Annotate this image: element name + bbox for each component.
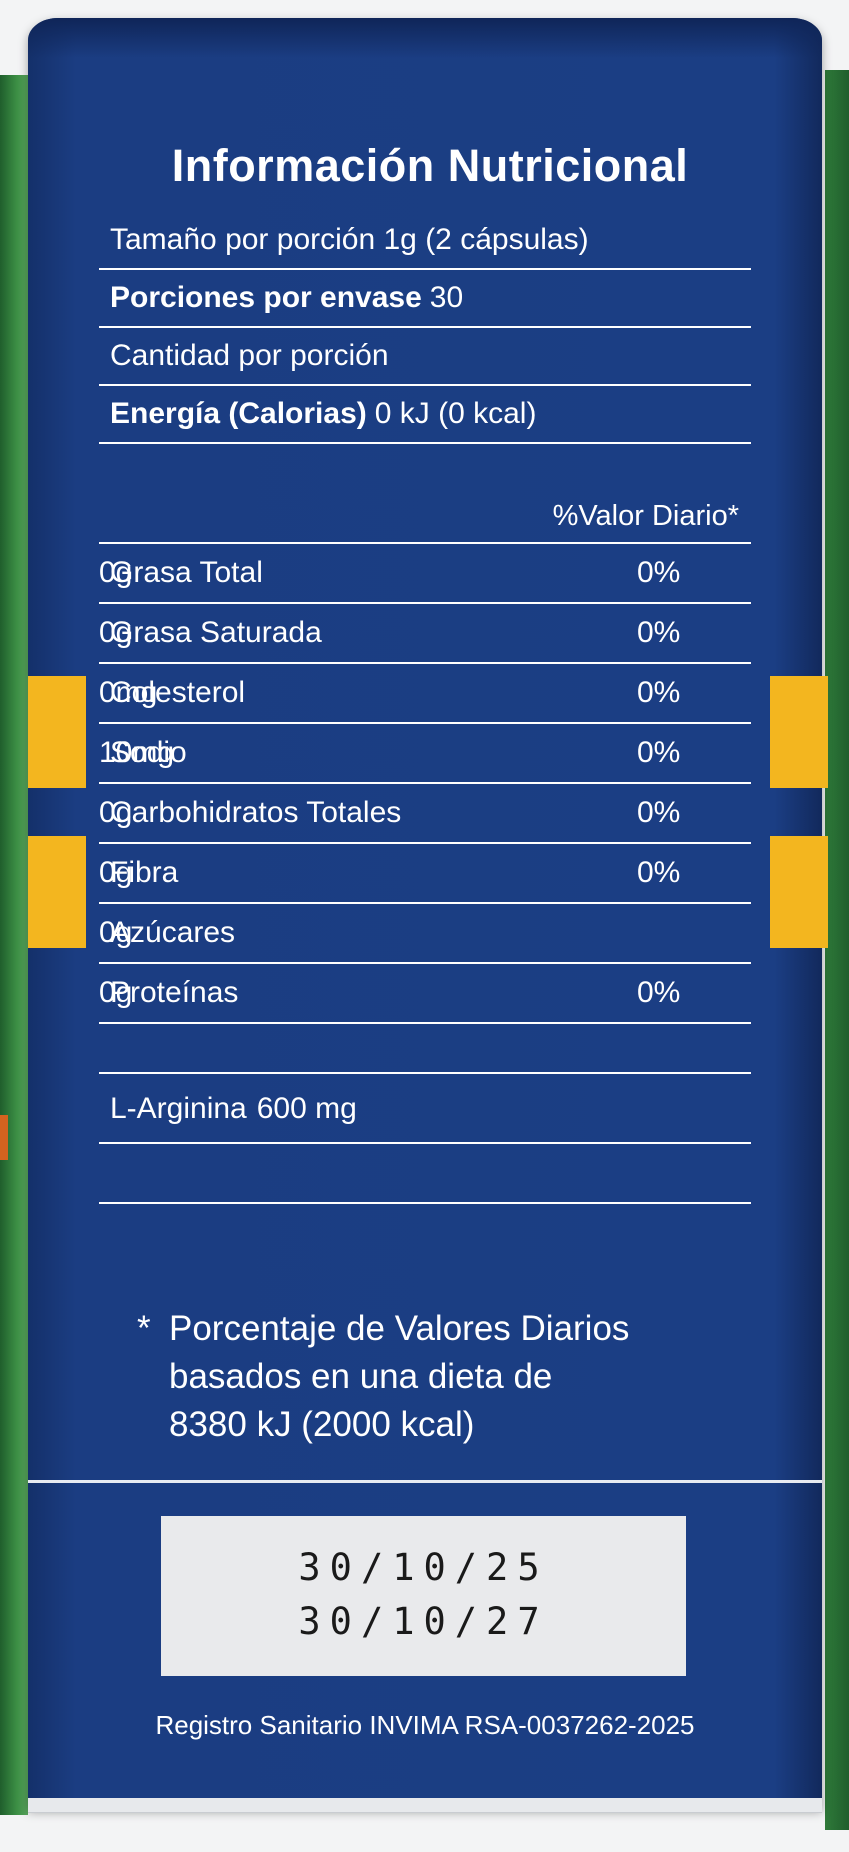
nutrient-row: Fibra 0g 0% (99, 844, 751, 904)
nutrient-name: Colesterol (110, 676, 246, 709)
nutrient-row: Proteínas 0g 0% (99, 964, 751, 1024)
arginine-value: 600 mg (256, 1092, 357, 1125)
nutrient-daily-value: 0% (637, 616, 681, 649)
nutrient-name: Azúcares (110, 916, 236, 949)
energy-value: 0 kJ (0 kcal) (374, 397, 537, 430)
nutrition-facts-panel: Información Nutricional Tamaño por porci… (99, 140, 751, 1204)
nutrient-row: Grasa Total 0g 0% (99, 544, 751, 604)
nutrient-row: Colesterol 0mg 0% (99, 664, 751, 724)
serving-size: Tamaño por porción 1g (2 cápsulas) (99, 212, 751, 270)
footnote-line-3: 8380 kJ (2000 kcal) (169, 1405, 475, 1444)
expiry-date: 30/10/27 (298, 1600, 549, 1643)
nutrient-daily-value: 0% (637, 856, 681, 889)
energy-label: Energía (Calorias) (110, 397, 367, 430)
blank-row (99, 1024, 751, 1074)
adjacent-box-right (825, 70, 849, 1830)
adjacent-box-left (0, 75, 28, 1815)
yellow-tab-left-upper (28, 676, 86, 788)
panel-title: Información Nutricional (171, 140, 689, 191)
nutrient-name: Proteínas (110, 976, 239, 1009)
daily-value-header: %Valor Diario* (99, 490, 751, 544)
nutrient-daily-value: 0% (637, 736, 681, 769)
nutrient-name: Sodio (110, 736, 187, 769)
nutrient-row: Carbohidratos Totales 0g 0% (99, 784, 751, 844)
nutrient-name: Fibra (110, 856, 179, 889)
nutrient-name: Grasa Saturada (110, 616, 322, 649)
nutrient-name: Carbohidratos Totales (110, 796, 402, 829)
servings-value: 30 (429, 281, 464, 314)
box-top-edge (28, 18, 822, 58)
servings-per-container: Porciones por envase 30 (99, 270, 751, 328)
footnote-line-2: basados en una dieta de (169, 1357, 553, 1396)
nutrient-table: Grasa Total 0g 0% Grasa Saturada 0g 0% Coleste… (99, 544, 751, 1024)
nutrient-daily-value: 0% (637, 796, 681, 829)
nutrient-daily-value: 0% (637, 976, 681, 1009)
energy-line: Energía (Calorias) 0 kJ (0 kcal) (99, 386, 751, 444)
nutrient-name: Grasa Total (110, 556, 263, 589)
arginine-row: L-Arginina 600 mg (99, 1074, 751, 1144)
nutrient-row: Azúcares 0g (99, 904, 751, 964)
daily-value-footnote: * Porcentaje de Valores Diarios basados … (137, 1305, 629, 1449)
yellow-tab-right-upper (770, 676, 828, 788)
nutrient-row: Sodio 10mg 0% (99, 724, 751, 784)
section-divider (28, 1480, 822, 1483)
nutrient-row: Grasa Saturada 0g 0% (99, 604, 751, 664)
blank-row (99, 1144, 751, 1204)
amount-per-serving: Cantidad por porción (99, 328, 751, 386)
footnote-line-1: Porcentaje de Valores Diarios (169, 1309, 630, 1348)
orange-stripe (0, 1115, 8, 1160)
footnote-asterisk: * (137, 1309, 151, 1348)
arginine-label: L-Arginina (110, 1092, 247, 1125)
servings-label: Porciones por envase (110, 281, 422, 314)
box-bottom-edge (28, 1798, 822, 1813)
date-stamp-box: 30/10/25 30/10/27 (161, 1516, 686, 1676)
yellow-tab-right-lower (770, 836, 828, 948)
sanitary-registration: Registro Sanitario INVIMA RSA-0037262-20… (155, 1710, 695, 1740)
nutrient-daily-value: 0% (637, 556, 681, 589)
yellow-tab-left-lower (28, 836, 86, 948)
manufacture-date: 30/10/25 (298, 1546, 549, 1589)
nutrient-daily-value: 0% (637, 676, 681, 709)
